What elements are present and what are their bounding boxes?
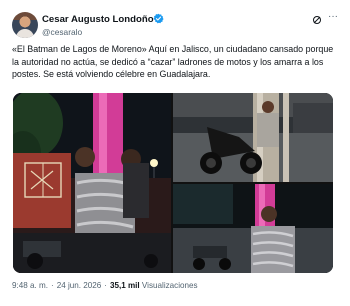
photo-3-image xyxy=(173,184,333,273)
author-handle[interactable]: @cesaralo xyxy=(42,27,82,37)
views-label: Visualizaciones xyxy=(141,281,198,290)
grok-icon[interactable] xyxy=(312,15,322,25)
tweet-time[interactable]: 9:48 a. m. xyxy=(12,281,48,290)
photo-1-image xyxy=(13,93,171,273)
media-grid xyxy=(13,93,333,273)
media-photo-2[interactable] xyxy=(173,93,333,182)
tweet-card: Cesar Augusto Londoño @cesaralo ··· «El … xyxy=(0,0,350,306)
tweet-date[interactable]: 24 jun. 2026 xyxy=(57,281,102,290)
media-photo-3[interactable] xyxy=(173,184,333,273)
author-avatar[interactable] xyxy=(12,12,38,38)
photo-2-image xyxy=(173,93,333,182)
verified-badge-icon xyxy=(153,13,164,24)
tweet-footer: 9:48 a. m. · 24 jun. 2026 · 35,1 mil Visuali… xyxy=(12,281,198,290)
footer-separator: · xyxy=(104,281,107,290)
footer-separator: · xyxy=(51,281,54,290)
more-options-icon[interactable]: ··· xyxy=(326,12,340,24)
tweet-header: Cesar Augusto Londoño @cesaralo ··· xyxy=(12,12,340,42)
views-count: 35,1 mil xyxy=(109,281,140,290)
tweet-media xyxy=(13,93,333,273)
author-name[interactable]: Cesar Augusto Londoño xyxy=(42,14,154,25)
media-photo-1[interactable] xyxy=(13,93,171,273)
avatar-shirt xyxy=(16,29,34,38)
tweet-text: «El Batman de Lagos de Moreno» Aquí en J… xyxy=(12,44,334,80)
